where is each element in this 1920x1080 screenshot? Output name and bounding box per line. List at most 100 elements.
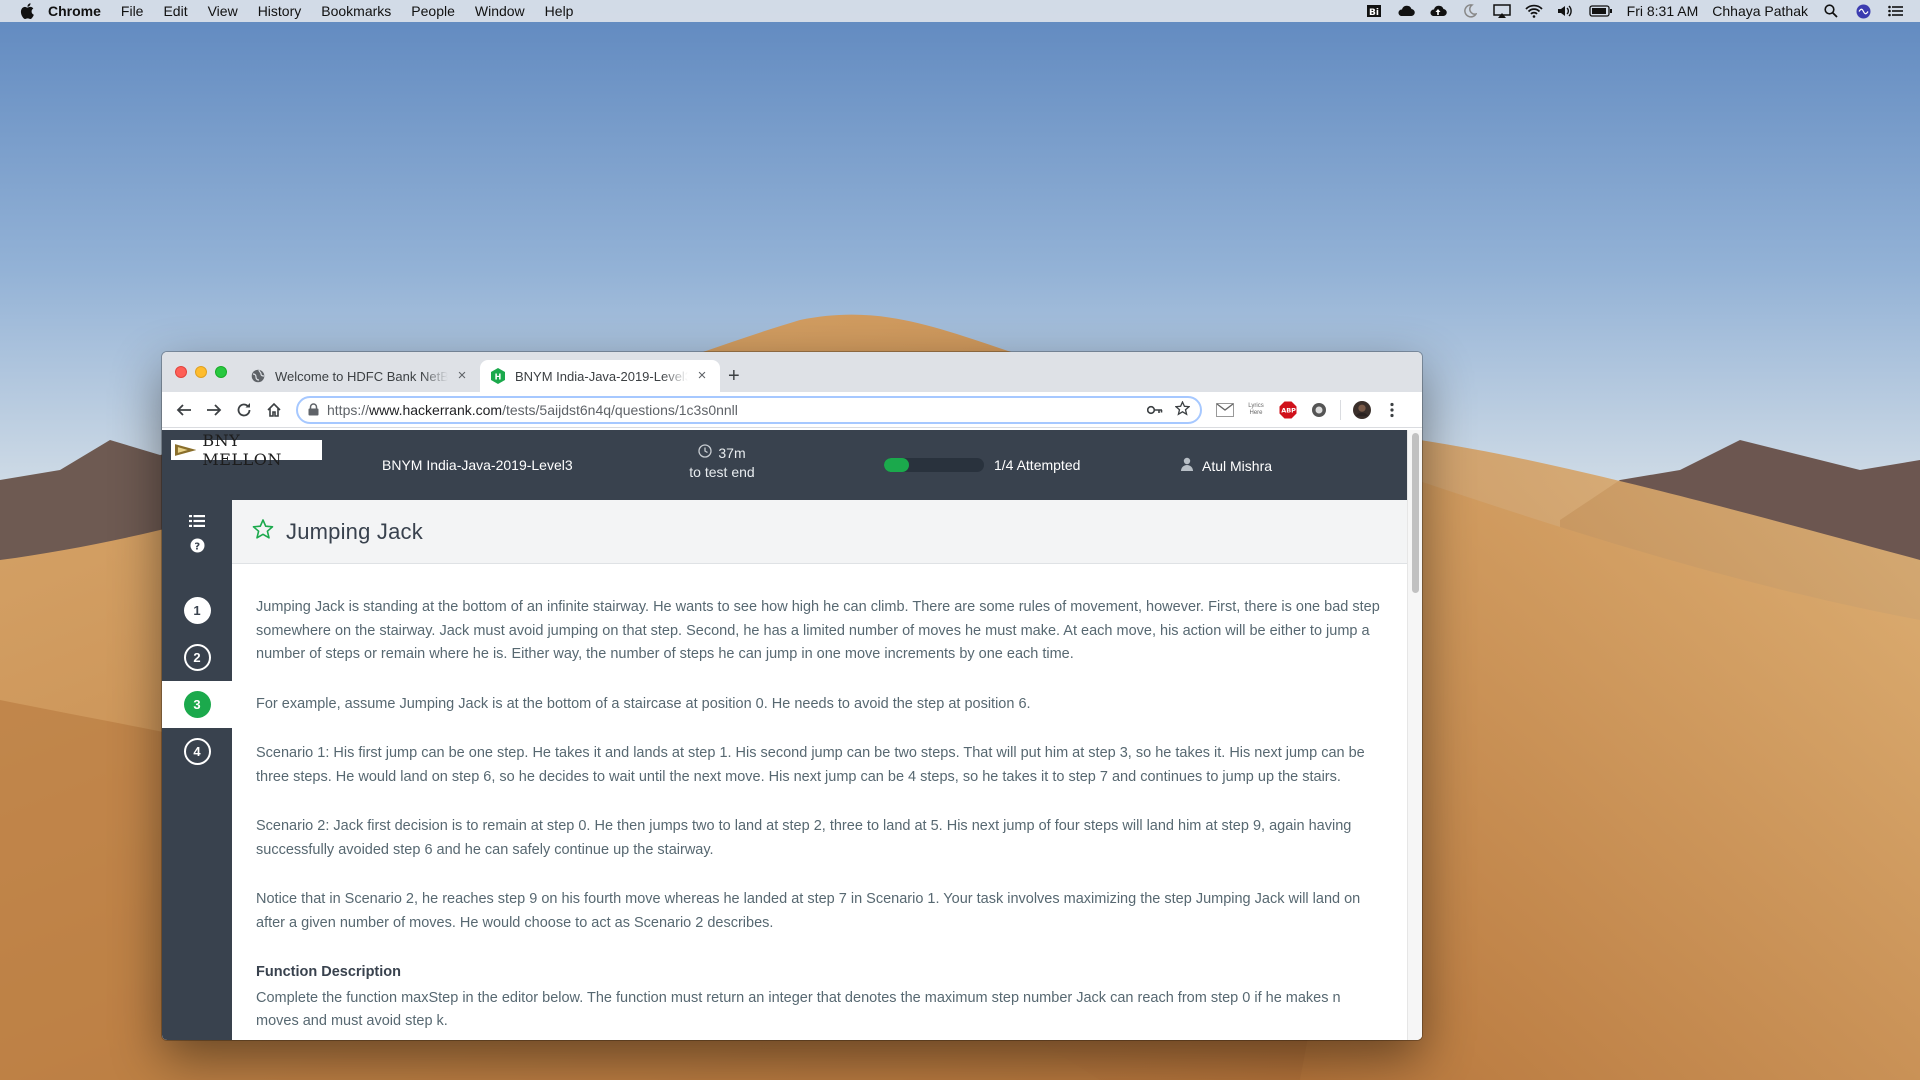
apple-icon[interactable]: [20, 3, 34, 19]
menu-app-chrome[interactable]: Chrome: [48, 3, 101, 19]
volume-icon[interactable]: [1557, 4, 1575, 18]
close-tab-icon[interactable]: ×: [694, 368, 710, 384]
back-arrow-icon[interactable]: [170, 396, 198, 424]
problem-paragraph: Scenario 1: His first jump can be one st…: [256, 745, 1365, 785]
attempt-progress: 1/4 Attempted: [884, 457, 1080, 473]
new-tab-button[interactable]: +: [728, 366, 740, 386]
attempted-count: 1/4 Attempted: [994, 457, 1081, 473]
menu-bar: Chrome File Edit View History Bookmarks …: [0, 0, 1920, 22]
question-number-1: 1: [183, 597, 211, 624]
challenge-title: Jumping Jack: [286, 518, 423, 544]
url-host: www.hackerrank.com: [369, 401, 503, 418]
menubar-user-name[interactable]: Chhaya Pathak: [1712, 3, 1808, 19]
problem-paragraph: Scenario 2: Jack first decision is to re…: [256, 818, 1352, 858]
tab-hdfc-netbanking[interactable]: Welcome to HDFC Bank NetBanking ×: [240, 360, 480, 392]
timer-label: to test end: [689, 464, 755, 480]
user-menu[interactable]: Atul Mishra: [1180, 457, 1272, 474]
minimize-window-button[interactable]: [195, 366, 207, 378]
close-window-button[interactable]: [175, 366, 187, 378]
help-question-icon: ?: [190, 538, 205, 558]
question-nav-2[interactable]: 2: [162, 634, 232, 681]
page-scrollbar[interactable]: [1407, 430, 1422, 1040]
toolbar-divider: [1340, 399, 1341, 420]
menu-people[interactable]: People: [411, 3, 455, 19]
bookmark-star-icon[interactable]: [1174, 399, 1191, 419]
lock-icon[interactable]: [308, 403, 319, 416]
problem-paragraph: Jumping Jack is standing at the bottom o…: [256, 599, 1380, 662]
menu-history[interactable]: History: [258, 3, 302, 19]
svg-text:ABP: ABP: [1281, 406, 1296, 414]
question-sidebar: ? 1 2 3 4: [162, 500, 232, 1040]
battery-icon[interactable]: [1589, 4, 1613, 18]
cloud-icon[interactable]: [1397, 4, 1415, 18]
menu-help[interactable]: Help: [545, 3, 574, 19]
window-controls: [175, 366, 227, 378]
close-tab-icon[interactable]: ×: [454, 368, 470, 384]
extensions-area: Lyrics Here ABP: [1216, 399, 1401, 420]
function-description-heading: Function Description: [256, 964, 401, 980]
key-icon[interactable]: [1146, 402, 1163, 418]
menu-file[interactable]: File: [121, 3, 144, 19]
test-name: BNYM India-Java-2019-Level3: [382, 457, 573, 473]
scrollbar-thumb[interactable]: [1412, 433, 1419, 593]
timer-value: 37m: [718, 445, 746, 461]
svg-text:Bi: Bi: [1369, 8, 1379, 18]
menu-edit[interactable]: Edit: [163, 3, 187, 19]
question-number-3: 3: [183, 691, 211, 718]
problem-paragraph: For example, assume Jumping Jack is at t…: [256, 695, 1031, 712]
url-scheme: https://: [327, 401, 370, 418]
forward-arrow-icon[interactable]: [200, 396, 228, 424]
hackerrank-icon: H: [490, 368, 506, 384]
globe-icon: [250, 368, 266, 384]
zoom-window-button[interactable]: [215, 366, 227, 378]
notification-center-icon[interactable]: [1886, 4, 1904, 18]
question-nav-4[interactable]: 4: [162, 728, 232, 775]
user-name: Atul Mishra: [1202, 457, 1273, 474]
browser-window: Welcome to HDFC Bank NetBanking × H BNYM…: [162, 352, 1422, 1040]
url-path: /tests/5aijdst6n4q/questions/1c3s0nnll: [502, 401, 738, 418]
user-icon: [1180, 457, 1194, 474]
question-number-4: 4: [183, 738, 211, 765]
tab-title: Welcome to HDFC Bank NetBanking: [275, 368, 448, 384]
svg-text:H: H: [495, 373, 502, 382]
list-icon: [189, 514, 205, 532]
extension-icon[interactable]: [1310, 401, 1328, 419]
adblock-plus-icon[interactable]: ABP: [1278, 401, 1298, 419]
question-nav-1[interactable]: 1: [162, 587, 232, 634]
problem-paragraph: Notice that in Scenario 2, he reaches st…: [256, 891, 1361, 931]
problem-statement: Jumping Jack is standing at the bottom o…: [256, 596, 1386, 1040]
menu-view[interactable]: View: [208, 3, 238, 19]
tab-strip: Welcome to HDFC Bank NetBanking × H BNYM…: [162, 352, 1422, 392]
clock-icon: [698, 444, 713, 463]
question-number-2: 2: [183, 644, 211, 671]
moon-icon[interactable]: [1461, 4, 1479, 18]
menu-bookmarks[interactable]: Bookmarks: [321, 3, 391, 19]
tab-hackerrank-test[interactable]: H BNYM India-Java-2019-Level3 ×: [480, 360, 720, 392]
bny-mellon-logo: BNY MELLON: [171, 431, 322, 469]
progress-bar: [884, 458, 984, 472]
menubar-clock[interactable]: Fri 8:31 AM: [1627, 3, 1699, 19]
test-timer: 37m to test end: [672, 444, 772, 482]
menu-window[interactable]: Window: [475, 3, 525, 19]
siri-icon[interactable]: [1854, 4, 1872, 18]
airplay-icon[interactable]: [1492, 4, 1511, 18]
address-bar[interactable]: https://www.hackerrank.com/tests/5aijdst…: [296, 395, 1202, 424]
challenge-header: Jumping Jack: [232, 500, 1407, 564]
bny-mellon-logo-mark: [175, 444, 197, 456]
menu-icon[interactable]: [1383, 401, 1401, 419]
question-nav-3[interactable]: 3: [162, 681, 232, 728]
spotlight-search-icon[interactable]: [1822, 4, 1840, 18]
home-icon[interactable]: [260, 396, 288, 424]
wifi-icon[interactable]: [1525, 4, 1543, 18]
help-button[interactable]: ?: [162, 533, 232, 563]
profile-avatar-icon[interactable]: [1353, 400, 1371, 419]
lyrics-here-icon[interactable]: Lyrics Here: [1246, 401, 1266, 419]
bi-icon[interactable]: Bi: [1365, 4, 1383, 18]
function-description-text: Complete the function maxStep in the edi…: [256, 989, 1341, 1030]
cloud-upload-icon[interactable]: [1429, 4, 1447, 18]
test-header: BNY MELLON BNYM India-Java-2019-Level3 3…: [162, 430, 1407, 500]
star-icon[interactable]: [252, 518, 274, 545]
gmail-icon[interactable]: [1216, 401, 1234, 419]
reload-icon[interactable]: [230, 396, 258, 424]
progress-bar-fill: [884, 458, 909, 472]
